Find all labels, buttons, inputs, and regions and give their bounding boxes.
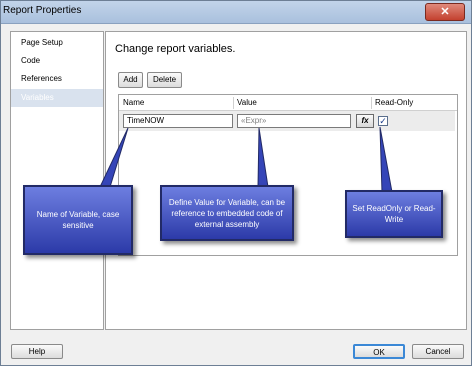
- delete-button[interactable]: Delete: [147, 72, 182, 88]
- sidebar-item-variables[interactable]: Variables: [11, 89, 103, 107]
- cancel-button[interactable]: Cancel: [412, 344, 464, 359]
- read-only-checkbox[interactable]: ✓: [378, 116, 388, 126]
- variable-name-input[interactable]: TimeNOW: [123, 114, 233, 128]
- column-divider[interactable]: [233, 97, 234, 109]
- sidebar-item-page-setup[interactable]: Page Setup: [11, 34, 103, 52]
- window-title: Report Properties: [3, 5, 82, 16]
- sidebar-item-code[interactable]: Code: [11, 52, 103, 70]
- callout-value: Define Value for Variable, can be refere…: [160, 185, 294, 241]
- report-properties-dialog: Report Properties ✕ Page Setup Code Refe…: [0, 0, 472, 366]
- function-icon: fx: [361, 116, 369, 125]
- check-icon: ✓: [379, 116, 387, 126]
- callout-readonly: Set ReadOnly or Read-Write: [345, 190, 443, 238]
- help-button[interactable]: Help: [11, 344, 63, 359]
- callout-name: Name of Variable, case sensitive: [23, 185, 133, 255]
- variable-value-input[interactable]: «Expr»: [237, 114, 351, 128]
- page-title: Change report variables.: [115, 43, 236, 55]
- add-button[interactable]: Add: [118, 72, 143, 88]
- grid-header: Name Value Read-Only: [119, 95, 457, 111]
- column-divider[interactable]: [371, 97, 372, 109]
- sidebar-item-references[interactable]: References: [11, 70, 103, 88]
- column-header-read-only: Read-Only: [375, 98, 414, 107]
- ok-button[interactable]: OK: [353, 344, 405, 359]
- close-button[interactable]: ✕: [425, 3, 465, 21]
- table-row: TimeNOW «Expr» fx ✓: [119, 111, 455, 131]
- title-bar: Report Properties ✕: [1, 1, 471, 24]
- expression-button[interactable]: fx: [356, 114, 374, 128]
- variables-panel: Change report variables. Add Delete Name…: [105, 31, 467, 330]
- column-header-name: Name: [123, 98, 145, 107]
- close-icon: ✕: [440, 6, 450, 18]
- sidebar: Page Setup Code References Variables: [10, 31, 104, 330]
- column-header-value: Value: [237, 98, 257, 107]
